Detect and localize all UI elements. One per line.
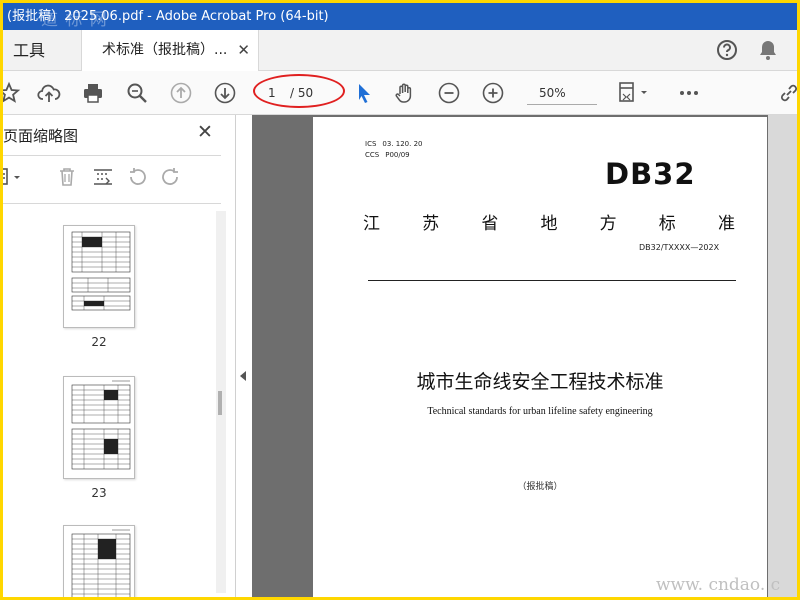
tab-document[interactable]: 术标准（报批稿）... ✕	[81, 30, 259, 71]
zoom-value: 50%	[539, 86, 566, 100]
tab-bar: 工具 术标准（报批稿）... ✕	[3, 30, 797, 71]
tab-document-label: 术标准（报批稿）...	[102, 42, 228, 58]
rotate-left-icon[interactable]	[125, 165, 149, 189]
panel-splitter[interactable]	[236, 115, 252, 597]
ics-value: 03. 120. 20	[382, 140, 423, 148]
tab-tools[interactable]: 工具	[3, 30, 71, 71]
page-up-icon[interactable]	[169, 81, 193, 105]
watermark-bottom: www. cndao. c	[656, 575, 781, 595]
ccs-label: CCS	[365, 151, 380, 159]
document-title-en: Technical standards for urban lifeline s…	[427, 406, 653, 417]
thumbnail-panel: 页面缩略图 ✕ 22 23	[3, 115, 236, 597]
help-icon[interactable]	[716, 39, 738, 61]
heading-char: 江	[363, 214, 380, 234]
zoom-select[interactable]: 50%	[527, 81, 597, 105]
heading-char: 准	[717, 214, 735, 234]
collapse-panel-icon[interactable]	[240, 371, 246, 381]
heading-char: 地	[540, 214, 558, 234]
panel-divider	[3, 155, 221, 156]
star-icon[interactable]	[3, 81, 21, 105]
delete-page-icon[interactable]	[55, 165, 79, 189]
ics-ccs-codes: ICS 03. 120. 20 CCS P00/09	[365, 139, 422, 161]
annotation-ring	[253, 74, 345, 108]
page-down-icon[interactable]	[213, 81, 237, 105]
document-number: DB32/TXXXX—202X	[639, 243, 720, 252]
pdf-page: ICS 03. 120. 20 CCS P00/09 DB32 江 苏 省 地 方 …	[313, 117, 767, 597]
zoom-search-icon[interactable]	[125, 81, 149, 105]
fit-page-icon[interactable]	[617, 81, 653, 105]
tab-close-button[interactable]: ✕	[237, 30, 250, 71]
header-rule	[368, 280, 736, 281]
hand-icon[interactable]	[393, 81, 417, 105]
zoom-out-icon[interactable]	[437, 81, 461, 105]
document-viewport[interactable]: ICS 03. 120. 20 CCS P00/09 DB32 江 苏 省 地 方 …	[252, 115, 797, 597]
zoom-in-icon[interactable]	[481, 81, 505, 105]
heading-char: 省	[481, 214, 499, 234]
heading-char: 苏	[422, 214, 440, 234]
options-menu-icon[interactable]	[3, 165, 27, 189]
ccs-value: P00/09	[385, 151, 410, 159]
page-thumbnail[interactable]	[63, 225, 135, 328]
panel-scroll-thumb[interactable]	[218, 391, 222, 415]
panel-close-button[interactable]: ✕	[197, 121, 213, 143]
main-toolbar: 1 / 50 50%	[3, 71, 797, 115]
page-thumbnail[interactable]	[63, 376, 135, 479]
select-arrow-icon[interactable]	[352, 81, 376, 105]
heading-char: 标	[658, 214, 676, 234]
page-thumbnail[interactable]	[63, 525, 135, 597]
window-title: (报批稿）2025.06.pdf - Adobe Acrobat Pro (64…	[3, 3, 797, 30]
print-icon[interactable]	[81, 81, 105, 105]
acrobat-window: (报批稿）2025.06.pdf - Adobe Acrobat Pro (64…	[3, 3, 797, 597]
thumbnail-label: 23	[91, 486, 107, 500]
draft-label: （报批稿）	[517, 482, 563, 492]
watermark-top: 道 标 网	[41, 10, 108, 30]
standard-code: DB32	[605, 157, 696, 191]
panel-title: 页面缩略图	[3, 127, 79, 145]
document-scrollbar[interactable]	[768, 115, 797, 597]
ics-label: ICS	[365, 140, 377, 148]
link-icon[interactable]	[777, 81, 797, 105]
document-title-cn: 城市生命线安全工程技术标准	[416, 371, 664, 393]
more-icon[interactable]	[677, 81, 701, 105]
thumbnail-label: 22	[91, 335, 107, 349]
bell-icon[interactable]	[758, 39, 778, 61]
rotate-right-icon[interactable]	[159, 165, 183, 189]
province-standard-heading: 江 苏 省 地 方 标 准	[363, 209, 735, 234]
panel-divider	[3, 203, 221, 204]
heading-char: 方	[599, 214, 617, 234]
extract-page-icon[interactable]	[91, 165, 115, 189]
cloud-upload-icon[interactable]	[37, 81, 61, 105]
